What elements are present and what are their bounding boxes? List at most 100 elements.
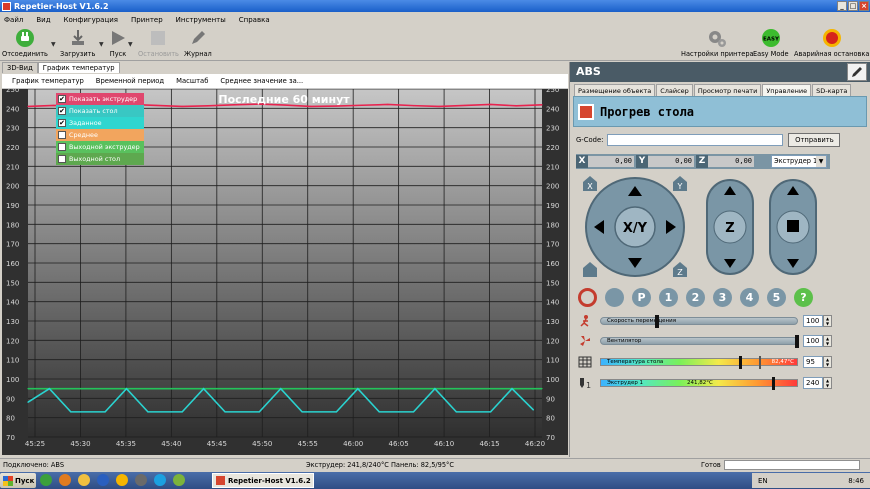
menu-file[interactable]: Файл [4, 16, 23, 24]
legend-item[interactable]: Среднее [56, 129, 144, 141]
x-home-button[interactable]: X [583, 176, 597, 191]
app-window-icon[interactable] [97, 474, 109, 486]
printer-settings-button[interactable]: Настройки принтера [681, 28, 754, 58]
menu-printer[interactable]: Принтер [131, 16, 163, 24]
xy-jog-pad[interactable]: X/Y [585, 177, 685, 277]
speed-slider[interactable]: Скорость перемещения [600, 315, 798, 328]
stop-button[interactable]: Остановить [138, 28, 179, 58]
menu-help[interactable]: Справка [239, 16, 270, 24]
chart-title: Последние 60 минут [218, 93, 350, 106]
tab-3d-view[interactable]: 3D-Вид [2, 62, 38, 73]
legend-item[interactable]: Выходной экструдер [56, 141, 144, 153]
taskbar-app-button[interactable]: Repetier-Host V1.6.2 [212, 473, 314, 488]
tab-control[interactable]: Управление [762, 84, 812, 96]
clock: 8:46 [848, 476, 864, 485]
legend-item[interactable]: ✔ Показать стол [56, 105, 144, 117]
speed-spinner[interactable]: ▲ ▼ [823, 315, 832, 327]
tab-temperature-graph[interactable]: График температур [37, 62, 120, 73]
folder-icon[interactable] [78, 474, 90, 486]
fan-slider[interactable]: Вентилятор [600, 335, 799, 348]
graph-menu-scale[interactable]: Масштаб [176, 77, 208, 85]
run-dropdown-icon[interactable]: ▼ [128, 41, 133, 48]
bed-slider-knob[interactable] [739, 356, 742, 369]
x-tick-label: 46:10 [434, 440, 454, 448]
send-button[interactable]: Отправить [788, 133, 841, 147]
fan-slider-knob[interactable] [795, 335, 799, 348]
extruder-target-value[interactable]: 240 [803, 377, 823, 389]
utorrent-icon[interactable] [173, 474, 185, 486]
graph-menu-period[interactable]: Временной период [96, 77, 164, 85]
extruder-spinner[interactable]: ▲ ▼ [823, 377, 832, 389]
start-button[interactable]: Пуск [0, 473, 36, 488]
language-indicator[interactable]: EN [758, 477, 768, 485]
legend-item[interactable]: ✔ Показать экструдер [56, 93, 144, 105]
macro-button-3[interactable]: 3 [713, 288, 732, 307]
macro-button-2[interactable]: 2 [686, 288, 705, 307]
skype-icon[interactable] [154, 474, 166, 486]
tab-sd-card[interactable]: SD-карта [812, 84, 852, 96]
series-point [490, 103, 492, 106]
legend-checkbox[interactable]: ✔ [58, 107, 66, 115]
y-tick-label-right: 90 [546, 395, 555, 403]
extruder-temperature-slider[interactable]: Экструдер 1 241,82°C [600, 377, 798, 390]
graph-menu-average[interactable]: Среднее значение за... [220, 77, 303, 85]
disconnect-dropdown-icon[interactable]: ▼ [51, 41, 56, 48]
close-button[interactable]: × [859, 1, 869, 11]
log-button[interactable]: Журнал [184, 28, 212, 58]
legend-label: Среднее [69, 131, 98, 139]
gcode-input[interactable] [607, 134, 784, 146]
tab-print-preview[interactable]: Просмотр печати [693, 84, 762, 96]
extruder-slider-knob[interactable] [772, 377, 775, 390]
minimize-button[interactable]: _ [837, 1, 847, 11]
graph-menu-temperature[interactable]: График температур [12, 77, 84, 85]
x-tick-label: 45:40 [161, 440, 181, 448]
macro-button-4[interactable]: 4 [740, 288, 759, 307]
y-tick-label-right: 180 [546, 221, 559, 229]
disk-icon[interactable] [116, 474, 128, 486]
speed-slider-knob[interactable] [655, 315, 659, 328]
menu-bar: Файл Вид Конфигурация Принтер Инструмент… [0, 13, 870, 26]
easy-mode-button[interactable]: EASY Easy Mode [753, 28, 789, 58]
legend-checkbox[interactable] [58, 131, 66, 139]
z-jog-pad[interactable]: Z [706, 179, 754, 275]
load-dropdown-icon[interactable]: ▼ [99, 41, 104, 48]
legend-checkbox[interactable]: ✔ [58, 95, 66, 103]
bed-target-value[interactable]: 95 [803, 356, 823, 368]
legend-checkbox[interactable]: ✔ [58, 119, 66, 127]
run-button[interactable]: Пуск [108, 28, 128, 58]
z-home-button[interactable]: Z [673, 262, 687, 277]
menu-config[interactable]: Конфигурация [64, 16, 118, 24]
fan-spinner[interactable]: ▲ ▼ [823, 335, 832, 347]
home-all-button[interactable] [583, 262, 597, 277]
macro-button-5[interactable]: 5 [767, 288, 786, 307]
disconnect-button[interactable]: Отсоединить [2, 28, 48, 58]
tab-slicer[interactable]: Слайсер [656, 84, 693, 96]
bed-temperature-slider[interactable]: Температура стола 82,47°C [600, 356, 798, 369]
tab-object-placement[interactable]: Размещение объекта [574, 84, 656, 96]
legend-checkbox[interactable] [58, 155, 66, 163]
reset-icon[interactable] [605, 288, 624, 307]
legend-item[interactable]: ✔ Заданное [56, 117, 144, 129]
y-home-button[interactable]: Y [673, 176, 687, 191]
load-button[interactable]: Загрузить [60, 28, 95, 58]
emergency-stop-button[interactable]: Аварийная остановка [794, 28, 869, 58]
media-icon[interactable] [135, 474, 147, 486]
maximize-button[interactable]: □ [848, 1, 858, 11]
legend-item[interactable]: Выходной стол [56, 153, 144, 165]
menu-view[interactable]: Вид [36, 16, 50, 24]
menu-tools[interactable]: Инструменты [176, 16, 226, 24]
fan-value[interactable]: 100 [803, 335, 823, 347]
extruder-select[interactable]: Экструдер 1 ▼ [771, 155, 827, 168]
speed-value[interactable]: 100 [803, 315, 823, 327]
series-point [541, 104, 543, 106]
park-button[interactable]: P [632, 288, 651, 307]
power-icon[interactable] [578, 288, 597, 307]
extruder-jog-pad[interactable] [769, 179, 817, 275]
firefox-icon[interactable] [59, 474, 71, 486]
chrome-icon[interactable] [40, 474, 52, 486]
bed-spinner[interactable]: ▲ ▼ [823, 356, 832, 368]
edit-button[interactable] [847, 63, 867, 81]
macro-button-1[interactable]: 1 [659, 288, 678, 307]
legend-checkbox[interactable] [58, 143, 66, 151]
help-button[interactable]: ? [794, 288, 813, 307]
